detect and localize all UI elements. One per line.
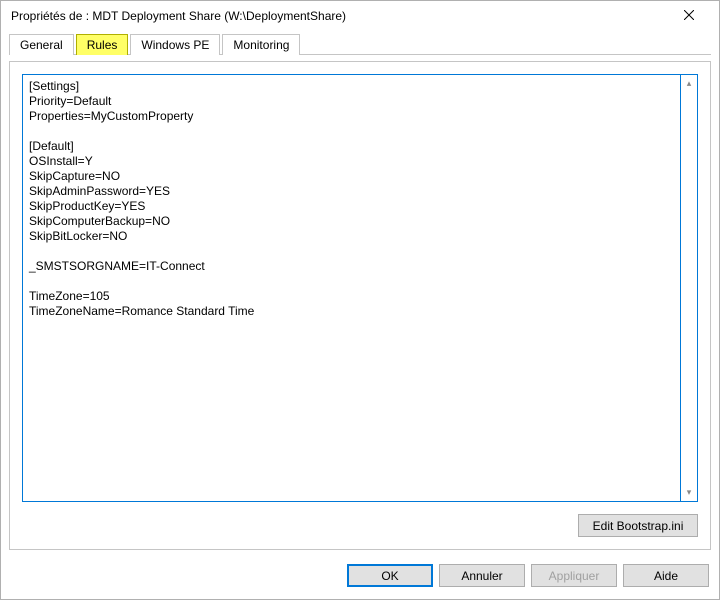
- close-icon: [684, 9, 694, 23]
- dialog-button-row: OK Annuler Appliquer Aide: [1, 558, 719, 599]
- window-title: Propriétés de : MDT Deployment Share (W:…: [11, 9, 667, 23]
- tab-rules[interactable]: Rules: [76, 34, 129, 55]
- close-button[interactable]: [667, 2, 711, 30]
- tab-general[interactable]: General: [9, 34, 74, 55]
- properties-dialog: Propriétés de : MDT Deployment Share (W:…: [0, 0, 720, 600]
- edit-bootstrap-button[interactable]: Edit Bootstrap.ini: [578, 514, 698, 537]
- ok-button[interactable]: OK: [347, 564, 433, 587]
- scroll-down-icon: ▾: [681, 484, 697, 501]
- scrollbar-vertical[interactable]: ▴ ▾: [681, 74, 698, 502]
- help-button[interactable]: Aide: [623, 564, 709, 587]
- cancel-button[interactable]: Annuler: [439, 564, 525, 587]
- apply-button[interactable]: Appliquer: [531, 564, 617, 587]
- panel-button-row: Edit Bootstrap.ini: [22, 514, 698, 537]
- rules-textarea[interactable]: [22, 74, 681, 502]
- titlebar: Propriétés de : MDT Deployment Share (W:…: [1, 1, 719, 31]
- tab-windows-pe[interactable]: Windows PE: [130, 34, 220, 55]
- tab-monitoring[interactable]: Monitoring: [222, 34, 300, 55]
- rules-editor-wrap: ▴ ▾: [22, 74, 698, 502]
- scroll-up-icon: ▴: [681, 75, 697, 92]
- tabstrip: General Rules Windows PE Monitoring: [1, 31, 719, 55]
- tab-panel-rules: ▴ ▾ Edit Bootstrap.ini: [9, 61, 711, 550]
